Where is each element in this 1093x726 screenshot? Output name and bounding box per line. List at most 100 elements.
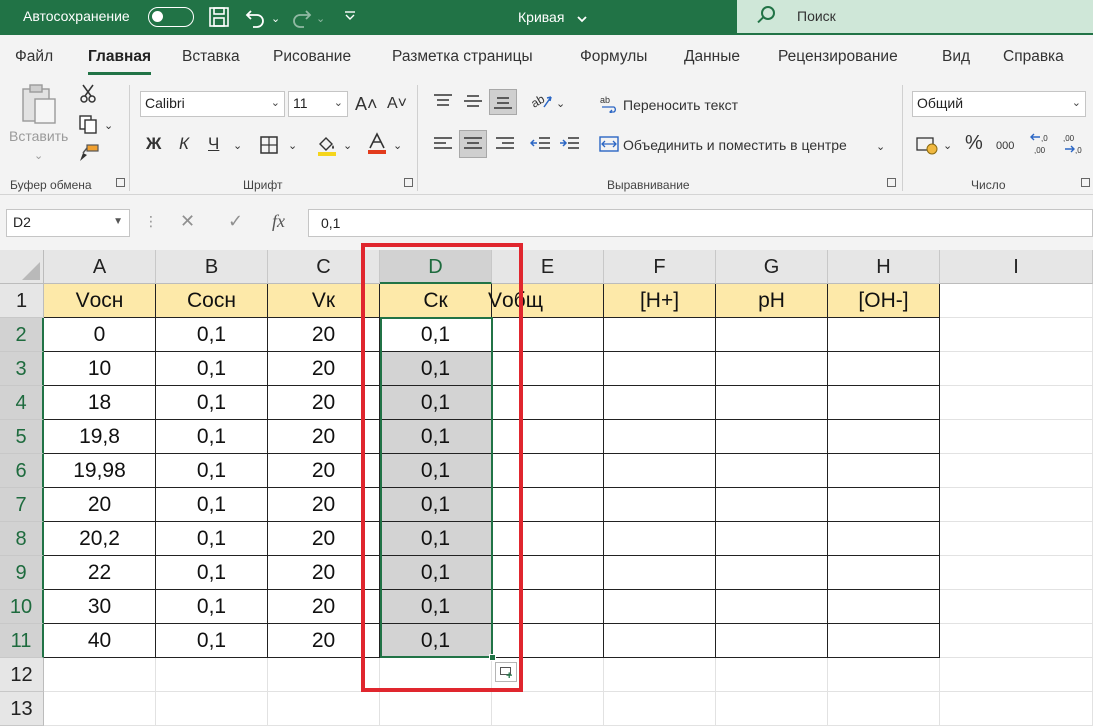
tab-file[interactable]: Файл: [15, 48, 53, 66]
cell-f13[interactable]: [604, 692, 716, 726]
decrease-indent-icon[interactable]: [529, 135, 552, 159]
cell-c6[interactable]: 20: [268, 454, 380, 488]
cell-d6[interactable]: 0,1: [380, 454, 492, 488]
tab-review[interactable]: Рецензирование: [778, 48, 898, 66]
cell-a2[interactable]: 0: [44, 318, 156, 352]
cell-a11[interactable]: 40: [44, 624, 156, 658]
cell-f9[interactable]: [604, 556, 716, 590]
column-header-g[interactable]: G: [716, 250, 828, 284]
cell-c5[interactable]: 20: [268, 420, 380, 454]
cell-c12[interactable]: [268, 658, 380, 692]
cell-i3[interactable]: [940, 352, 1093, 386]
align-right-icon[interactable]: [494, 135, 516, 159]
cell-f6[interactable]: [604, 454, 716, 488]
cell-f7[interactable]: [604, 488, 716, 522]
cell-b7[interactable]: 0,1: [156, 488, 268, 522]
tab-page-layout[interactable]: Разметка страницы: [392, 48, 533, 66]
merge-center-button[interactable]: Объединить и поместить в центре: [623, 135, 847, 155]
cell-f10[interactable]: [604, 590, 716, 624]
cell-h11[interactable]: [828, 624, 940, 658]
copy-icon[interactable]: [78, 114, 98, 140]
cell-a7[interactable]: 20: [44, 488, 156, 522]
cell-a6[interactable]: 19,98: [44, 454, 156, 488]
wrap-text-icon[interactable]: ab: [600, 95, 620, 119]
cell-d9[interactable]: 0,1: [380, 556, 492, 590]
cell-c10[interactable]: 20: [268, 590, 380, 624]
borders-icon[interactable]: [259, 135, 279, 161]
cell-e8[interactable]: [492, 522, 604, 556]
font-color-dropdown-icon[interactable]: ⌄: [393, 136, 402, 156]
cell-e4[interactable]: [492, 386, 604, 420]
cell-a10[interactable]: 30: [44, 590, 156, 624]
title-chevron-down-icon[interactable]: [576, 9, 588, 31]
cell-i4[interactable]: [940, 386, 1093, 420]
column-header-a[interactable]: A: [44, 250, 156, 284]
cell-h4[interactable]: [828, 386, 940, 420]
align-center-button[interactable]: [459, 130, 487, 158]
cell-a5[interactable]: 19,8: [44, 420, 156, 454]
row-header-1[interactable]: 1: [0, 284, 44, 318]
cell-f3[interactable]: [604, 352, 716, 386]
cell-d3[interactable]: 0,1: [380, 352, 492, 386]
borders-dropdown-icon[interactable]: ⌄: [288, 136, 297, 156]
column-header-e[interactable]: E: [492, 250, 604, 284]
cell-g2[interactable]: [716, 318, 828, 352]
cell-i13[interactable]: [940, 692, 1093, 726]
tab-formulas[interactable]: Формулы: [580, 48, 647, 66]
cell-e1[interactable]: Vобщ: [488, 284, 604, 318]
cell-i6[interactable]: [940, 454, 1093, 488]
enter-formula-icon[interactable]: ✓: [228, 211, 243, 232]
document-title[interactable]: Кривая: [518, 9, 564, 25]
cell-d2[interactable]: 0,1: [380, 318, 492, 352]
cell-b2[interactable]: 0,1: [156, 318, 268, 352]
cell-i9[interactable]: [940, 556, 1093, 590]
format-painter-icon[interactable]: [78, 143, 100, 169]
cell-g9[interactable]: [716, 556, 828, 590]
cell-b11[interactable]: 0,1: [156, 624, 268, 658]
tab-draw[interactable]: Рисование: [273, 48, 351, 66]
undo-dropdown-icon[interactable]: ⌄: [271, 8, 280, 30]
row-header-12[interactable]: 12: [0, 658, 44, 692]
cell-d8[interactable]: 0,1: [380, 522, 492, 556]
cell-b1[interactable]: Сосн: [156, 284, 268, 318]
orientation-dropdown-icon[interactable]: ⌄: [556, 94, 565, 114]
cell-d5[interactable]: 0,1: [380, 420, 492, 454]
name-box[interactable]: D2 ▼: [6, 209, 130, 237]
cell-b6[interactable]: 0,1: [156, 454, 268, 488]
redo-dropdown-icon[interactable]: ⌄: [316, 8, 325, 30]
cell-g1[interactable]: pH: [716, 284, 828, 318]
copy-dropdown-icon[interactable]: ⌄: [104, 116, 113, 136]
cell-g13[interactable]: [716, 692, 828, 726]
cell-h5[interactable]: [828, 420, 940, 454]
row-header-4[interactable]: 4: [0, 386, 44, 420]
align-left-icon[interactable]: [432, 135, 454, 159]
paste-dropdown-icon[interactable]: ⌄: [34, 146, 43, 166]
cell-b9[interactable]: 0,1: [156, 556, 268, 590]
shrink-font-button[interactable]: A˅: [387, 94, 407, 114]
increase-indent-icon[interactable]: [559, 135, 581, 159]
cell-g11[interactable]: [716, 624, 828, 658]
customize-toolbar-icon[interactable]: [343, 8, 357, 30]
cell-a1[interactable]: Vосн: [44, 284, 156, 318]
save-icon[interactable]: [208, 6, 230, 34]
cell-c4[interactable]: 20: [268, 386, 380, 420]
cell-h1[interactable]: [OH-]: [828, 284, 940, 318]
bold-button[interactable]: Ж: [146, 134, 161, 154]
cell-h6[interactable]: [828, 454, 940, 488]
cell-i2[interactable]: [940, 318, 1093, 352]
search-box[interactable]: Поиск: [737, 0, 1093, 33]
cell-i1[interactable]: [940, 284, 1093, 318]
font-name-select[interactable]: Calibri ⌄: [140, 91, 285, 117]
text-orientation-icon[interactable]: ab: [528, 91, 554, 117]
column-header-d[interactable]: D: [380, 250, 492, 284]
cell-a12[interactable]: [44, 658, 156, 692]
row-header-2[interactable]: 2: [0, 318, 44, 352]
increase-decimal-icon[interactable]: ,0,00: [1030, 132, 1056, 162]
merge-center-icon[interactable]: [599, 135, 619, 159]
number-format-select[interactable]: Общий ⌄: [912, 91, 1086, 117]
cell-g12[interactable]: [716, 658, 828, 692]
cell-h8[interactable]: [828, 522, 940, 556]
tab-home[interactable]: Главная: [88, 48, 152, 75]
cell-d7[interactable]: 0,1: [380, 488, 492, 522]
cell-b3[interactable]: 0,1: [156, 352, 268, 386]
